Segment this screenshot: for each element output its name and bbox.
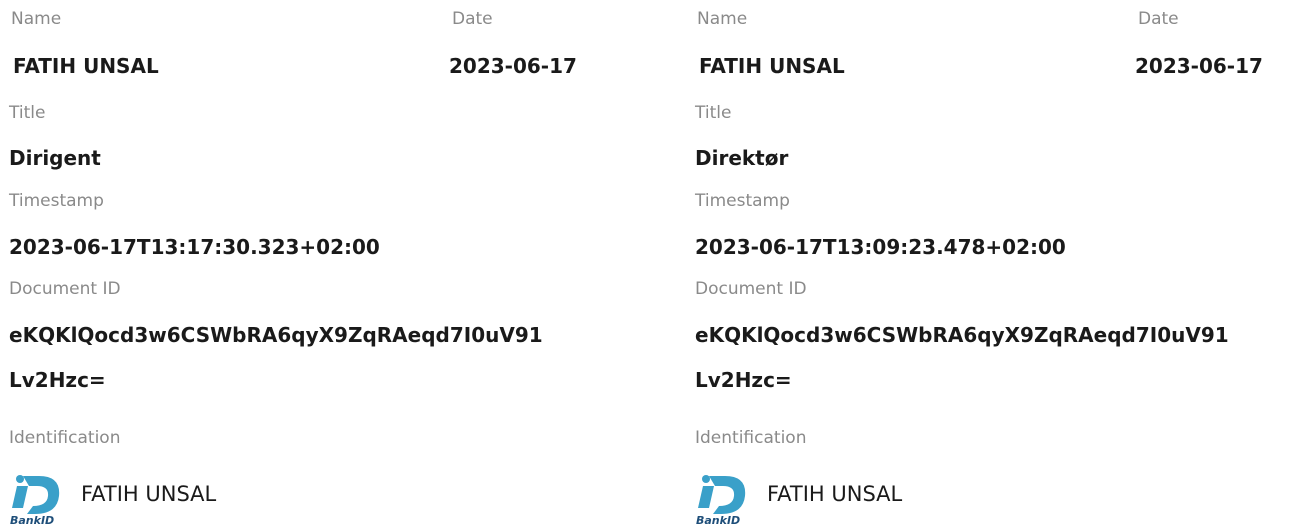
title-label: Title: [9, 103, 46, 123]
identification-name: FATIH UNSAL: [767, 482, 903, 506]
document-id-line-2: Lv2Hzc=: [9, 368, 106, 392]
signature-block-1: Name Date FATIH UNSAL 2023-06-17 Title D…: [9, 0, 609, 526]
document-id-label: Document ID: [9, 279, 121, 299]
identification-label: Identification: [695, 428, 807, 448]
title-label: Title: [695, 103, 732, 123]
document-id-line-1: eKQKlQocd3w6CSWbRA6qyX9ZqRAeqd7I0uV91: [695, 323, 1229, 347]
bankid-logo-icon: BankID: [696, 475, 746, 526]
identification-label: Identification: [9, 428, 121, 448]
bankid-logo-icon: BankID: [10, 475, 60, 526]
date-label: Date: [452, 9, 493, 29]
signing-timestamp: 2023-06-17T13:09:23.478+02:00: [695, 235, 1066, 259]
signer-title: Dirigent: [9, 146, 101, 170]
svg-text:BankID: BankID: [696, 514, 740, 526]
signing-date: 2023-06-17: [449, 54, 577, 78]
name-label: Name: [697, 9, 748, 29]
signing-timestamp: 2023-06-17T13:17:30.323+02:00: [9, 235, 380, 259]
date-label: Date: [1138, 9, 1179, 29]
name-label: Name: [11, 9, 62, 29]
signer-name: FATIH UNSAL: [699, 54, 845, 78]
identification-name: FATIH UNSAL: [81, 482, 217, 506]
timestamp-label: Timestamp: [9, 191, 104, 211]
document-id-line-2: Lv2Hzc=: [695, 368, 792, 392]
document-id-line-1: eKQKlQocd3w6CSWbRA6qyX9ZqRAeqd7I0uV91: [9, 323, 543, 347]
signing-date: 2023-06-17: [1135, 54, 1263, 78]
document-id-label: Document ID: [695, 279, 807, 299]
signer-name: FATIH UNSAL: [13, 54, 159, 78]
signer-title: Direktør: [695, 146, 789, 170]
svg-text:BankID: BankID: [10, 514, 54, 526]
timestamp-label: Timestamp: [695, 191, 790, 211]
signature-block-2: Name Date FATIH UNSAL 2023-06-17 Title D…: [695, 0, 1292, 526]
